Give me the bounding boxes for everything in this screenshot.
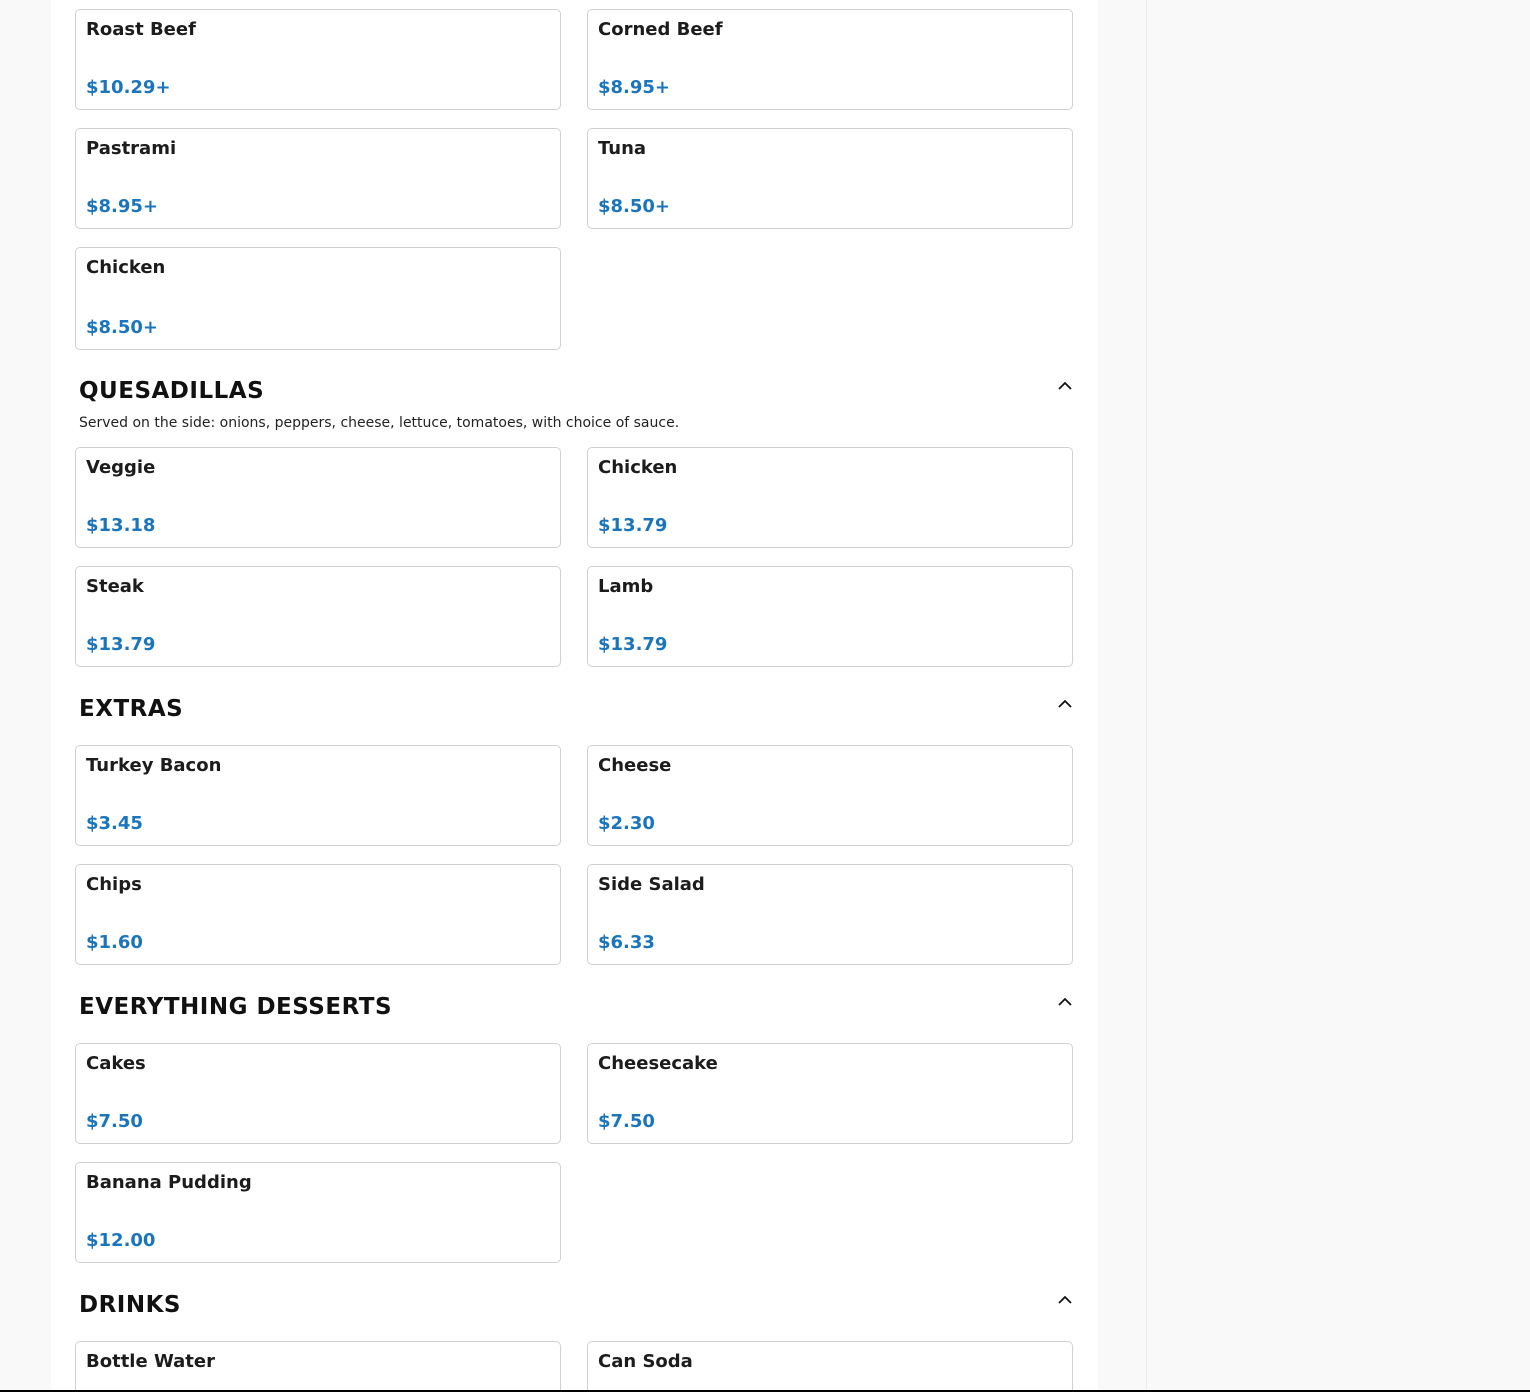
menu-item-card[interactable]: Chips $1.60 <box>75 864 561 965</box>
menu-item-card[interactable]: Tuna $8.50+ <box>587 128 1073 229</box>
item-name: Corned Beef <box>598 19 723 40</box>
menu-item-card[interactable]: Pastrami $8.95+ <box>75 128 561 229</box>
menu-item-card[interactable]: Corned Beef $8.95+ <box>587 9 1073 110</box>
item-name: Turkey Bacon <box>86 755 222 776</box>
item-price: $6.33 <box>598 932 655 953</box>
item-price: $3.45 <box>86 813 143 834</box>
item-price: $7.50 <box>86 1111 143 1132</box>
section-title-drinks: DRINKS <box>79 1292 181 1318</box>
section-title-desserts: EVERYTHING DESSERTS <box>79 994 393 1020</box>
section-title-quesadillas: QUESADILLAS <box>79 378 265 404</box>
item-name: Chicken <box>598 457 678 478</box>
item-price: $13.79 <box>86 634 156 655</box>
item-name: Roast Beef <box>86 19 196 40</box>
item-price: $8.50+ <box>86 317 159 338</box>
item-price: $13.18 <box>86 515 156 536</box>
menu-item-card[interactable]: Cheesecake $7.50 <box>587 1043 1073 1144</box>
chevron-up-icon[interactable] <box>1055 1290 1075 1310</box>
item-name: Cakes <box>86 1053 146 1074</box>
item-price: $13.79 <box>598 515 668 536</box>
item-name: Chips <box>86 874 142 895</box>
menu-item-card[interactable]: Steak $13.79 <box>75 566 561 667</box>
item-name: Side Salad <box>598 874 705 895</box>
item-name: Pastrami <box>86 138 177 159</box>
item-name: Lamb <box>598 576 654 597</box>
menu-item-card[interactable]: Cheese $2.30 <box>587 745 1073 846</box>
item-name: Bottle Water <box>86 1351 215 1372</box>
section-title-extras: EXTRAS <box>79 696 184 722</box>
item-price: $12.00 <box>86 1230 156 1251</box>
item-name: Cheesecake <box>598 1053 718 1074</box>
menu-item-card[interactable]: Cakes $7.50 <box>75 1043 561 1144</box>
item-price: $8.95+ <box>598 77 671 98</box>
menu-item-card[interactable]: Can Soda <box>587 1341 1073 1390</box>
left-gutter <box>0 0 51 1392</box>
item-price: $10.29+ <box>86 77 171 98</box>
menu-item-card[interactable]: Lamb $13.79 <box>587 566 1073 667</box>
right-side-panel <box>1146 0 1530 1392</box>
item-name: Cheese <box>598 755 672 776</box>
chevron-up-icon[interactable] <box>1055 376 1075 396</box>
section-description: Served on the side: onions, peppers, che… <box>79 415 680 431</box>
menu-item-card[interactable]: Veggie $13.18 <box>75 447 561 548</box>
menu-item-card[interactable]: Banana Pudding $12.00 <box>75 1162 561 1263</box>
menu-item-card[interactable]: Bottle Water <box>75 1341 561 1390</box>
item-price: $8.95+ <box>86 196 159 217</box>
item-price: $8.50+ <box>598 196 671 217</box>
item-price: $13.79 <box>598 634 668 655</box>
item-price: $1.60 <box>86 932 143 953</box>
menu-item-card[interactable]: Roast Beef $10.29+ <box>75 9 561 110</box>
menu-item-card[interactable]: Turkey Bacon $3.45 <box>75 745 561 846</box>
item-name: Chicken <box>86 257 166 278</box>
item-name: Steak <box>86 576 144 597</box>
item-name: Veggie <box>86 457 156 478</box>
item-price: $7.50 <box>598 1111 655 1132</box>
item-price: $2.30 <box>598 813 655 834</box>
menu-item-card[interactable]: Chicken $13.79 <box>587 447 1073 548</box>
menu-item-card[interactable]: Side Salad $6.33 <box>587 864 1073 965</box>
chevron-up-icon[interactable] <box>1055 992 1075 1012</box>
item-name: Banana Pudding <box>86 1172 252 1193</box>
item-name: Can Soda <box>598 1351 693 1372</box>
item-name: Tuna <box>598 138 647 159</box>
chevron-up-icon[interactable] <box>1055 694 1075 714</box>
menu-item-card[interactable]: Chicken $8.50+ <box>75 247 561 350</box>
